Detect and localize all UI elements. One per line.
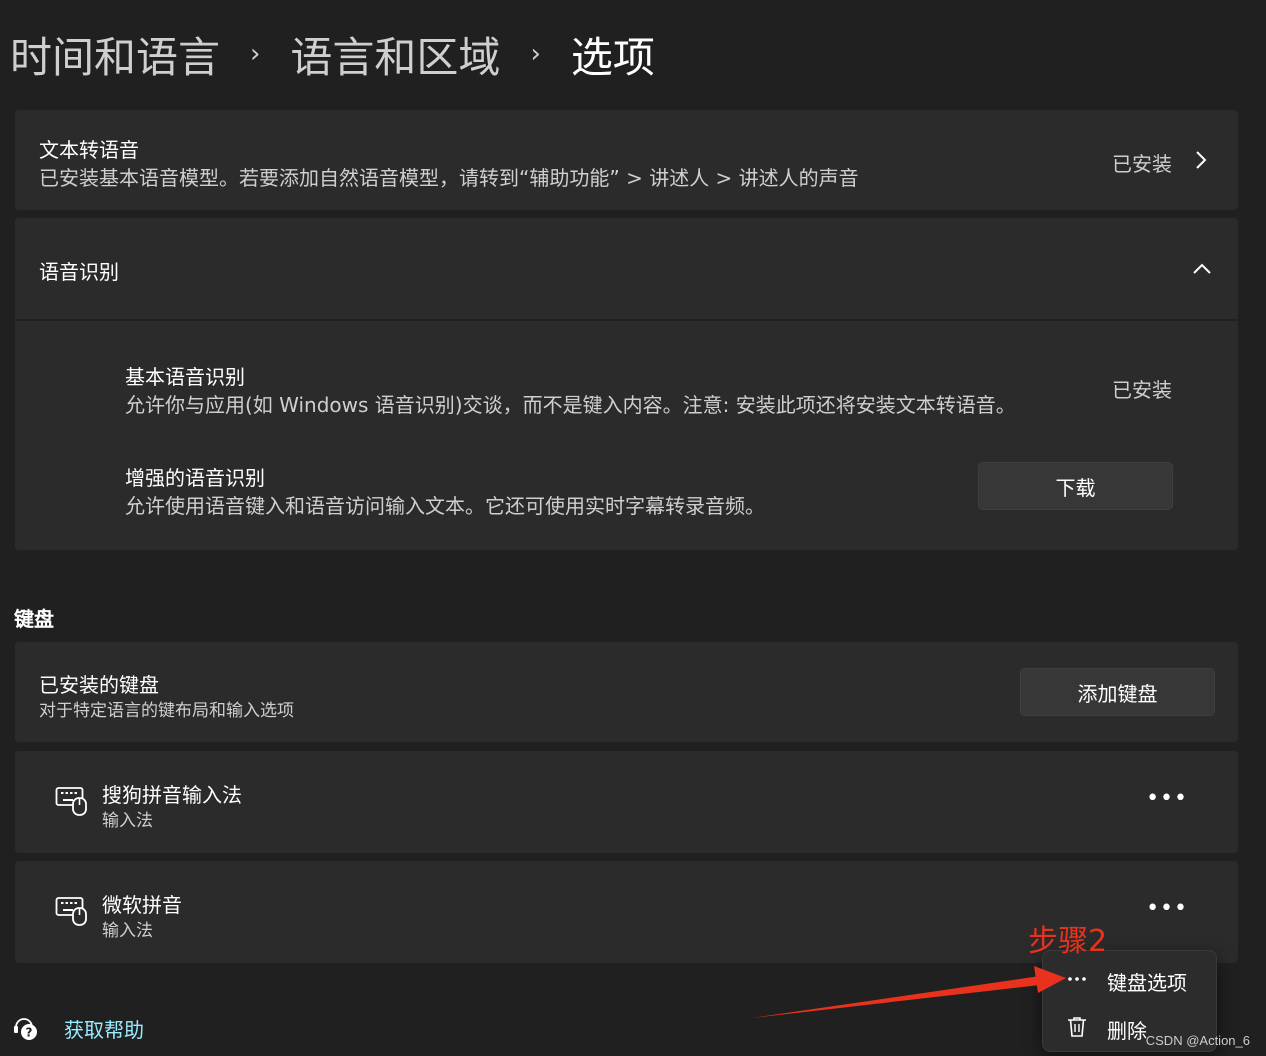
trash-icon: [1068, 1017, 1086, 1037]
tts-card[interactable]: 文本转语音 已安装基本语音模型。若要添加自然语音模型，请转到“辅助功能” > 讲…: [15, 110, 1238, 210]
breadcrumb-time-language[interactable]: 时间和语言: [10, 24, 220, 85]
basic-speech-description: 允许你与应用(如 Windows 语音识别)交谈，而不是键入内容。注意: 安装此…: [125, 393, 1016, 417]
tts-title: 文本转语音: [39, 138, 139, 162]
keyboard-item-type: 输入法: [102, 811, 153, 831]
breadcrumb-language-region[interactable]: 语言和区域: [290, 24, 500, 85]
watermark: CSDN @Action_6: [1145, 1033, 1250, 1048]
keyboard-item-name: 微软拼音: [102, 893, 182, 917]
keyboard-item-sogou[interactable]: 搜狗拼音输入法 输入法 •••: [15, 751, 1238, 853]
chevron-up-icon[interactable]: [1192, 262, 1212, 276]
more-options-icon[interactable]: •••: [1146, 896, 1188, 921]
page-title: 选项: [570, 32, 655, 82]
get-help-label: 获取帮助: [64, 1018, 144, 1042]
tts-description: 已安装基本语音模型。若要添加自然语音模型，请转到“辅助功能” > 讲述人 > 讲…: [39, 166, 859, 190]
breadcrumb-separator: ›: [530, 39, 541, 69]
menu-item-keyboard-options[interactable]: 键盘选项: [1043, 957, 1216, 1001]
menu-item-label: 删除: [1107, 1019, 1147, 1043]
help-chat-icon: ?: [14, 1017, 37, 1040]
breadcrumb-separator: ›: [250, 39, 261, 69]
more-dots-icon: [1068, 977, 1086, 981]
tts-status: 已安装: [1112, 152, 1172, 176]
enhanced-speech-title: 增强的语音识别: [125, 466, 265, 490]
installed-keyboards-subtitle: 对于特定语言的键布局和输入选项: [39, 701, 294, 721]
menu-item-label: 键盘选项: [1107, 971, 1187, 995]
keyboard-mouse-icon: [55, 787, 87, 816]
get-help-link[interactable]: ? 获取帮助: [12, 1014, 144, 1043]
download-button[interactable]: 下载: [978, 462, 1173, 510]
more-options-icon[interactable]: •••: [1146, 786, 1188, 811]
keyboard-item-type: 输入法: [102, 921, 153, 941]
step-annotation: 步骤2: [1028, 924, 1108, 959]
keyboard-item-name: 搜狗拼音输入法: [102, 783, 242, 807]
keyboard-mouse-icon: [55, 897, 87, 926]
speech-recognition-title: 语音识别: [39, 260, 119, 284]
basic-speech-status: 已安装: [1112, 378, 1172, 402]
add-keyboard-button[interactable]: 添加键盘: [1020, 668, 1215, 716]
installed-keyboards-title: 已安装的键盘: [39, 673, 159, 697]
installed-keyboards-card: 已安装的键盘 对于特定语言的键布局和输入选项 添加键盘: [15, 642, 1238, 742]
speech-recognition-header[interactable]: 语音识别: [15, 218, 1238, 319]
breadcrumb: 时间和语言 › 语言和区域 › 选项: [10, 24, 655, 84]
enhanced-speech-description: 允许使用语音键入和语音访问输入文本。它还可使用实时字幕转录音频。: [125, 494, 765, 518]
svg-text:?: ?: [26, 1025, 33, 1039]
speech-recognition-body: 基本语音识别 允许你与应用(如 Windows 语音识别)交谈，而不是键入内容。…: [15, 321, 1238, 550]
keyboard-section-label: 键盘: [14, 607, 54, 631]
basic-speech-title: 基本语音识别: [125, 365, 245, 389]
chevron-right-icon: [1196, 151, 1207, 169]
